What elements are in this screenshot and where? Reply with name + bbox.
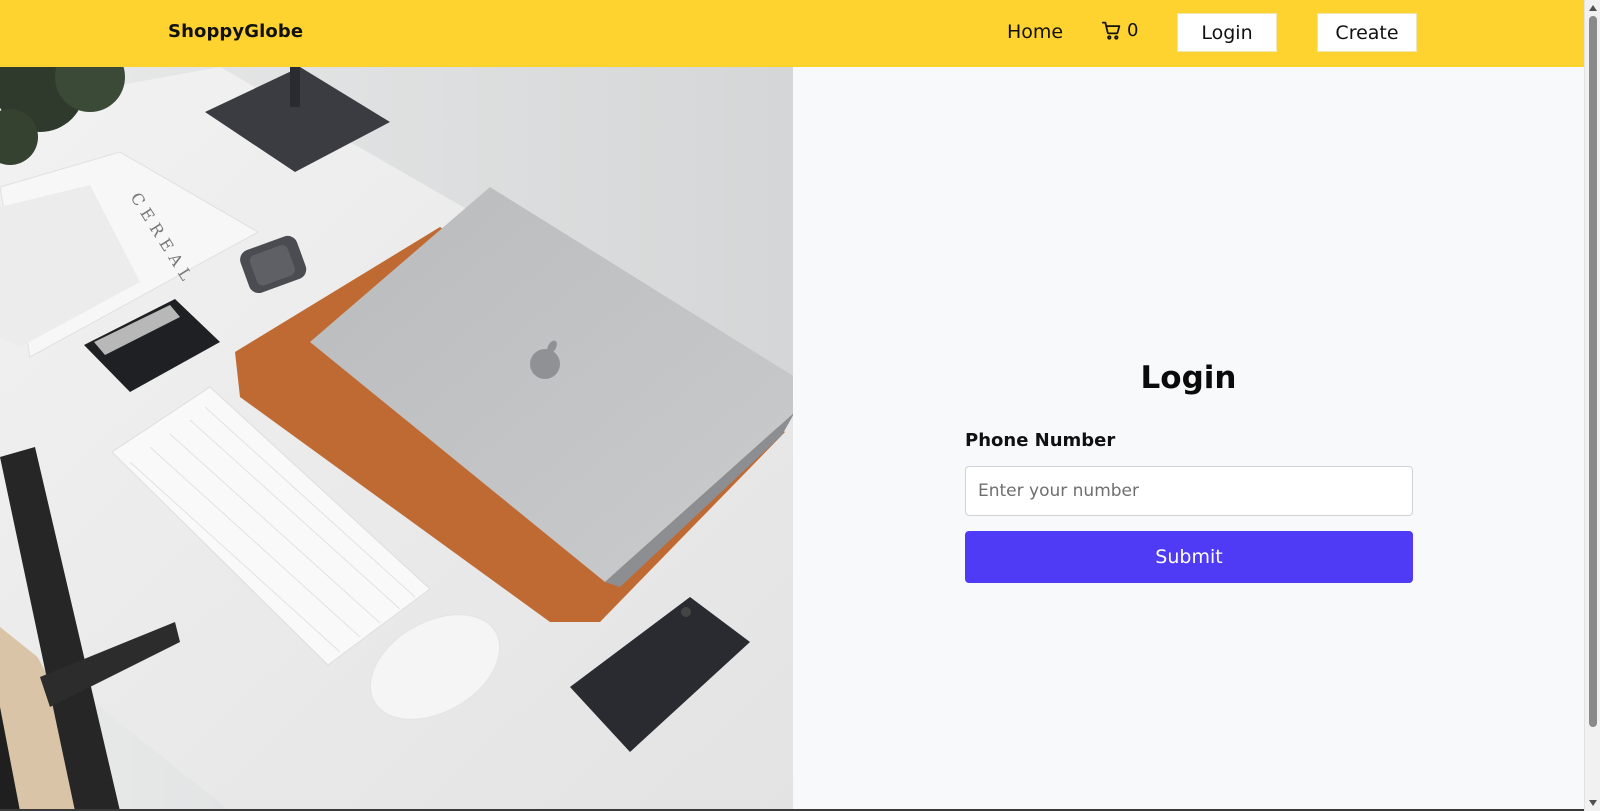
nav-create-button[interactable]: Create (1317, 13, 1417, 52)
cart-count: 0 (1127, 20, 1139, 41)
login-title: Login (1140, 360, 1237, 396)
nav-login-button[interactable]: Login (1177, 13, 1277, 52)
nav-home-link[interactable]: Home (1007, 21, 1063, 43)
scroll-up-arrow-icon[interactable] (1585, 0, 1600, 16)
submit-button[interactable]: Submit (965, 531, 1413, 583)
brand-logo[interactable]: ShoppyGlobe (168, 21, 303, 42)
cart-icon (1101, 20, 1122, 41)
phone-number-input[interactable] (965, 466, 1413, 516)
hero-image: CEREAL (0, 67, 793, 811)
nav-cart-link[interactable]: 0 (1101, 20, 1138, 41)
phone-number-label: Phone Number (965, 430, 1116, 451)
page-scrollbar[interactable] (1584, 0, 1600, 811)
login-panel: Login Phone Number Submit (793, 67, 1584, 811)
top-navbar: ShoppyGlobe Home 0 Login Create (0, 0, 1584, 67)
scroll-thumb[interactable] (1589, 16, 1597, 727)
scroll-down-arrow-icon[interactable] (1585, 795, 1600, 811)
